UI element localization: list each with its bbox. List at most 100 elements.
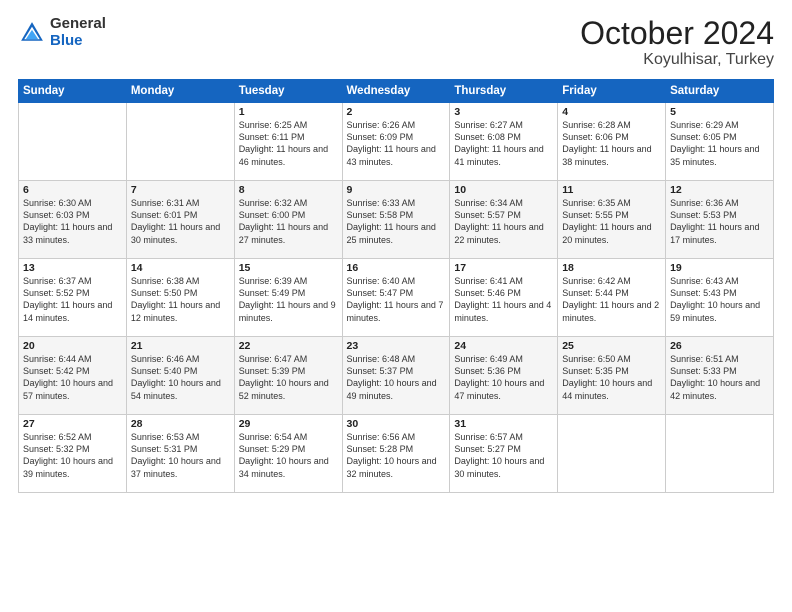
- calendar-cell: [666, 415, 774, 493]
- calendar-cell: 9Sunrise: 6:33 AM Sunset: 5:58 PM Daylig…: [342, 181, 450, 259]
- logo-icon: [18, 19, 46, 47]
- cell-info: Sunrise: 6:26 AM Sunset: 6:09 PM Dayligh…: [347, 119, 446, 168]
- col-sunday: Sunday: [19, 80, 127, 103]
- calendar-week-row: 13Sunrise: 6:37 AM Sunset: 5:52 PM Dayli…: [19, 259, 774, 337]
- calendar-table: Sunday Monday Tuesday Wednesday Thursday…: [18, 79, 774, 493]
- cell-info: Sunrise: 6:36 AM Sunset: 5:53 PM Dayligh…: [670, 197, 769, 246]
- title-block: October 2024 Koyulhisar, Turkey: [580, 16, 774, 69]
- calendar-cell: [558, 415, 666, 493]
- calendar-cell: 1Sunrise: 6:25 AM Sunset: 6:11 PM Daylig…: [234, 103, 342, 181]
- cell-info: Sunrise: 6:43 AM Sunset: 5:43 PM Dayligh…: [670, 275, 769, 324]
- cell-info: Sunrise: 6:57 AM Sunset: 5:27 PM Dayligh…: [454, 431, 553, 480]
- calendar-cell: 28Sunrise: 6:53 AM Sunset: 5:31 PM Dayli…: [126, 415, 234, 493]
- calendar-week-row: 20Sunrise: 6:44 AM Sunset: 5:42 PM Dayli…: [19, 337, 774, 415]
- day-number: 4: [562, 106, 661, 118]
- day-number: 26: [670, 340, 769, 352]
- day-number: 2: [347, 106, 446, 118]
- cell-info: Sunrise: 6:52 AM Sunset: 5:32 PM Dayligh…: [23, 431, 122, 480]
- day-number: 14: [131, 262, 230, 274]
- cell-info: Sunrise: 6:27 AM Sunset: 6:08 PM Dayligh…: [454, 119, 553, 168]
- day-number: 15: [239, 262, 338, 274]
- cell-info: Sunrise: 6:39 AM Sunset: 5:49 PM Dayligh…: [239, 275, 338, 324]
- cell-info: Sunrise: 6:44 AM Sunset: 5:42 PM Dayligh…: [23, 353, 122, 402]
- month-title: October 2024: [580, 16, 774, 51]
- cell-info: Sunrise: 6:37 AM Sunset: 5:52 PM Dayligh…: [23, 275, 122, 324]
- calendar-cell: 8Sunrise: 6:32 AM Sunset: 6:00 PM Daylig…: [234, 181, 342, 259]
- cell-info: Sunrise: 6:28 AM Sunset: 6:06 PM Dayligh…: [562, 119, 661, 168]
- calendar-cell: 21Sunrise: 6:46 AM Sunset: 5:40 PM Dayli…: [126, 337, 234, 415]
- day-number: 21: [131, 340, 230, 352]
- cell-info: Sunrise: 6:31 AM Sunset: 6:01 PM Dayligh…: [131, 197, 230, 246]
- calendar-cell: 15Sunrise: 6:39 AM Sunset: 5:49 PM Dayli…: [234, 259, 342, 337]
- cell-info: Sunrise: 6:34 AM Sunset: 5:57 PM Dayligh…: [454, 197, 553, 246]
- calendar-cell: 24Sunrise: 6:49 AM Sunset: 5:36 PM Dayli…: [450, 337, 558, 415]
- calendar-cell: 19Sunrise: 6:43 AM Sunset: 5:43 PM Dayli…: [666, 259, 774, 337]
- calendar-cell: 4Sunrise: 6:28 AM Sunset: 6:06 PM Daylig…: [558, 103, 666, 181]
- calendar-cell: 16Sunrise: 6:40 AM Sunset: 5:47 PM Dayli…: [342, 259, 450, 337]
- day-number: 7: [131, 184, 230, 196]
- calendar-cell: 26Sunrise: 6:51 AM Sunset: 5:33 PM Dayli…: [666, 337, 774, 415]
- cell-info: Sunrise: 6:42 AM Sunset: 5:44 PM Dayligh…: [562, 275, 661, 324]
- calendar-week-row: 27Sunrise: 6:52 AM Sunset: 5:32 PM Dayli…: [19, 415, 774, 493]
- calendar-cell: 11Sunrise: 6:35 AM Sunset: 5:55 PM Dayli…: [558, 181, 666, 259]
- cell-info: Sunrise: 6:56 AM Sunset: 5:28 PM Dayligh…: [347, 431, 446, 480]
- day-number: 16: [347, 262, 446, 274]
- calendar-week-row: 1Sunrise: 6:25 AM Sunset: 6:11 PM Daylig…: [19, 103, 774, 181]
- logo-blue-text: Blue: [50, 33, 106, 50]
- day-number: 6: [23, 184, 122, 196]
- col-thursday: Thursday: [450, 80, 558, 103]
- logo-general-text: General: [50, 16, 106, 33]
- calendar-cell: 14Sunrise: 6:38 AM Sunset: 5:50 PM Dayli…: [126, 259, 234, 337]
- calendar-header-row: Sunday Monday Tuesday Wednesday Thursday…: [19, 80, 774, 103]
- cell-info: Sunrise: 6:51 AM Sunset: 5:33 PM Dayligh…: [670, 353, 769, 402]
- cell-info: Sunrise: 6:35 AM Sunset: 5:55 PM Dayligh…: [562, 197, 661, 246]
- day-number: 30: [347, 418, 446, 430]
- location-title: Koyulhisar, Turkey: [580, 51, 774, 69]
- day-number: 22: [239, 340, 338, 352]
- cell-info: Sunrise: 6:50 AM Sunset: 5:35 PM Dayligh…: [562, 353, 661, 402]
- calendar-cell: 5Sunrise: 6:29 AM Sunset: 6:05 PM Daylig…: [666, 103, 774, 181]
- day-number: 17: [454, 262, 553, 274]
- cell-info: Sunrise: 6:29 AM Sunset: 6:05 PM Dayligh…: [670, 119, 769, 168]
- day-number: 23: [347, 340, 446, 352]
- calendar-cell: 22Sunrise: 6:47 AM Sunset: 5:39 PM Dayli…: [234, 337, 342, 415]
- day-number: 27: [23, 418, 122, 430]
- cell-info: Sunrise: 6:33 AM Sunset: 5:58 PM Dayligh…: [347, 197, 446, 246]
- col-saturday: Saturday: [666, 80, 774, 103]
- day-number: 18: [562, 262, 661, 274]
- calendar-cell: 20Sunrise: 6:44 AM Sunset: 5:42 PM Dayli…: [19, 337, 127, 415]
- day-number: 29: [239, 418, 338, 430]
- day-number: 13: [23, 262, 122, 274]
- calendar-cell: 13Sunrise: 6:37 AM Sunset: 5:52 PM Dayli…: [19, 259, 127, 337]
- calendar-cell: 10Sunrise: 6:34 AM Sunset: 5:57 PM Dayli…: [450, 181, 558, 259]
- calendar-cell: 12Sunrise: 6:36 AM Sunset: 5:53 PM Dayli…: [666, 181, 774, 259]
- day-number: 3: [454, 106, 553, 118]
- col-monday: Monday: [126, 80, 234, 103]
- day-number: 8: [239, 184, 338, 196]
- day-number: 25: [562, 340, 661, 352]
- calendar-cell: 6Sunrise: 6:30 AM Sunset: 6:03 PM Daylig…: [19, 181, 127, 259]
- calendar-cell: 27Sunrise: 6:52 AM Sunset: 5:32 PM Dayli…: [19, 415, 127, 493]
- cell-info: Sunrise: 6:46 AM Sunset: 5:40 PM Dayligh…: [131, 353, 230, 402]
- calendar-cell: [126, 103, 234, 181]
- calendar-cell: 3Sunrise: 6:27 AM Sunset: 6:08 PM Daylig…: [450, 103, 558, 181]
- calendar-cell: 17Sunrise: 6:41 AM Sunset: 5:46 PM Dayli…: [450, 259, 558, 337]
- cell-info: Sunrise: 6:49 AM Sunset: 5:36 PM Dayligh…: [454, 353, 553, 402]
- calendar-cell: 18Sunrise: 6:42 AM Sunset: 5:44 PM Dayli…: [558, 259, 666, 337]
- cell-info: Sunrise: 6:32 AM Sunset: 6:00 PM Dayligh…: [239, 197, 338, 246]
- cell-info: Sunrise: 6:41 AM Sunset: 5:46 PM Dayligh…: [454, 275, 553, 324]
- day-number: 1: [239, 106, 338, 118]
- day-number: 19: [670, 262, 769, 274]
- calendar-cell: 23Sunrise: 6:48 AM Sunset: 5:37 PM Dayli…: [342, 337, 450, 415]
- cell-info: Sunrise: 6:48 AM Sunset: 5:37 PM Dayligh…: [347, 353, 446, 402]
- day-number: 9: [347, 184, 446, 196]
- calendar-cell: [19, 103, 127, 181]
- day-number: 11: [562, 184, 661, 196]
- calendar-cell: 25Sunrise: 6:50 AM Sunset: 5:35 PM Dayli…: [558, 337, 666, 415]
- col-friday: Friday: [558, 80, 666, 103]
- col-wednesday: Wednesday: [342, 80, 450, 103]
- day-number: 28: [131, 418, 230, 430]
- cell-info: Sunrise: 6:40 AM Sunset: 5:47 PM Dayligh…: [347, 275, 446, 324]
- cell-info: Sunrise: 6:53 AM Sunset: 5:31 PM Dayligh…: [131, 431, 230, 480]
- logo: General Blue: [18, 16, 106, 49]
